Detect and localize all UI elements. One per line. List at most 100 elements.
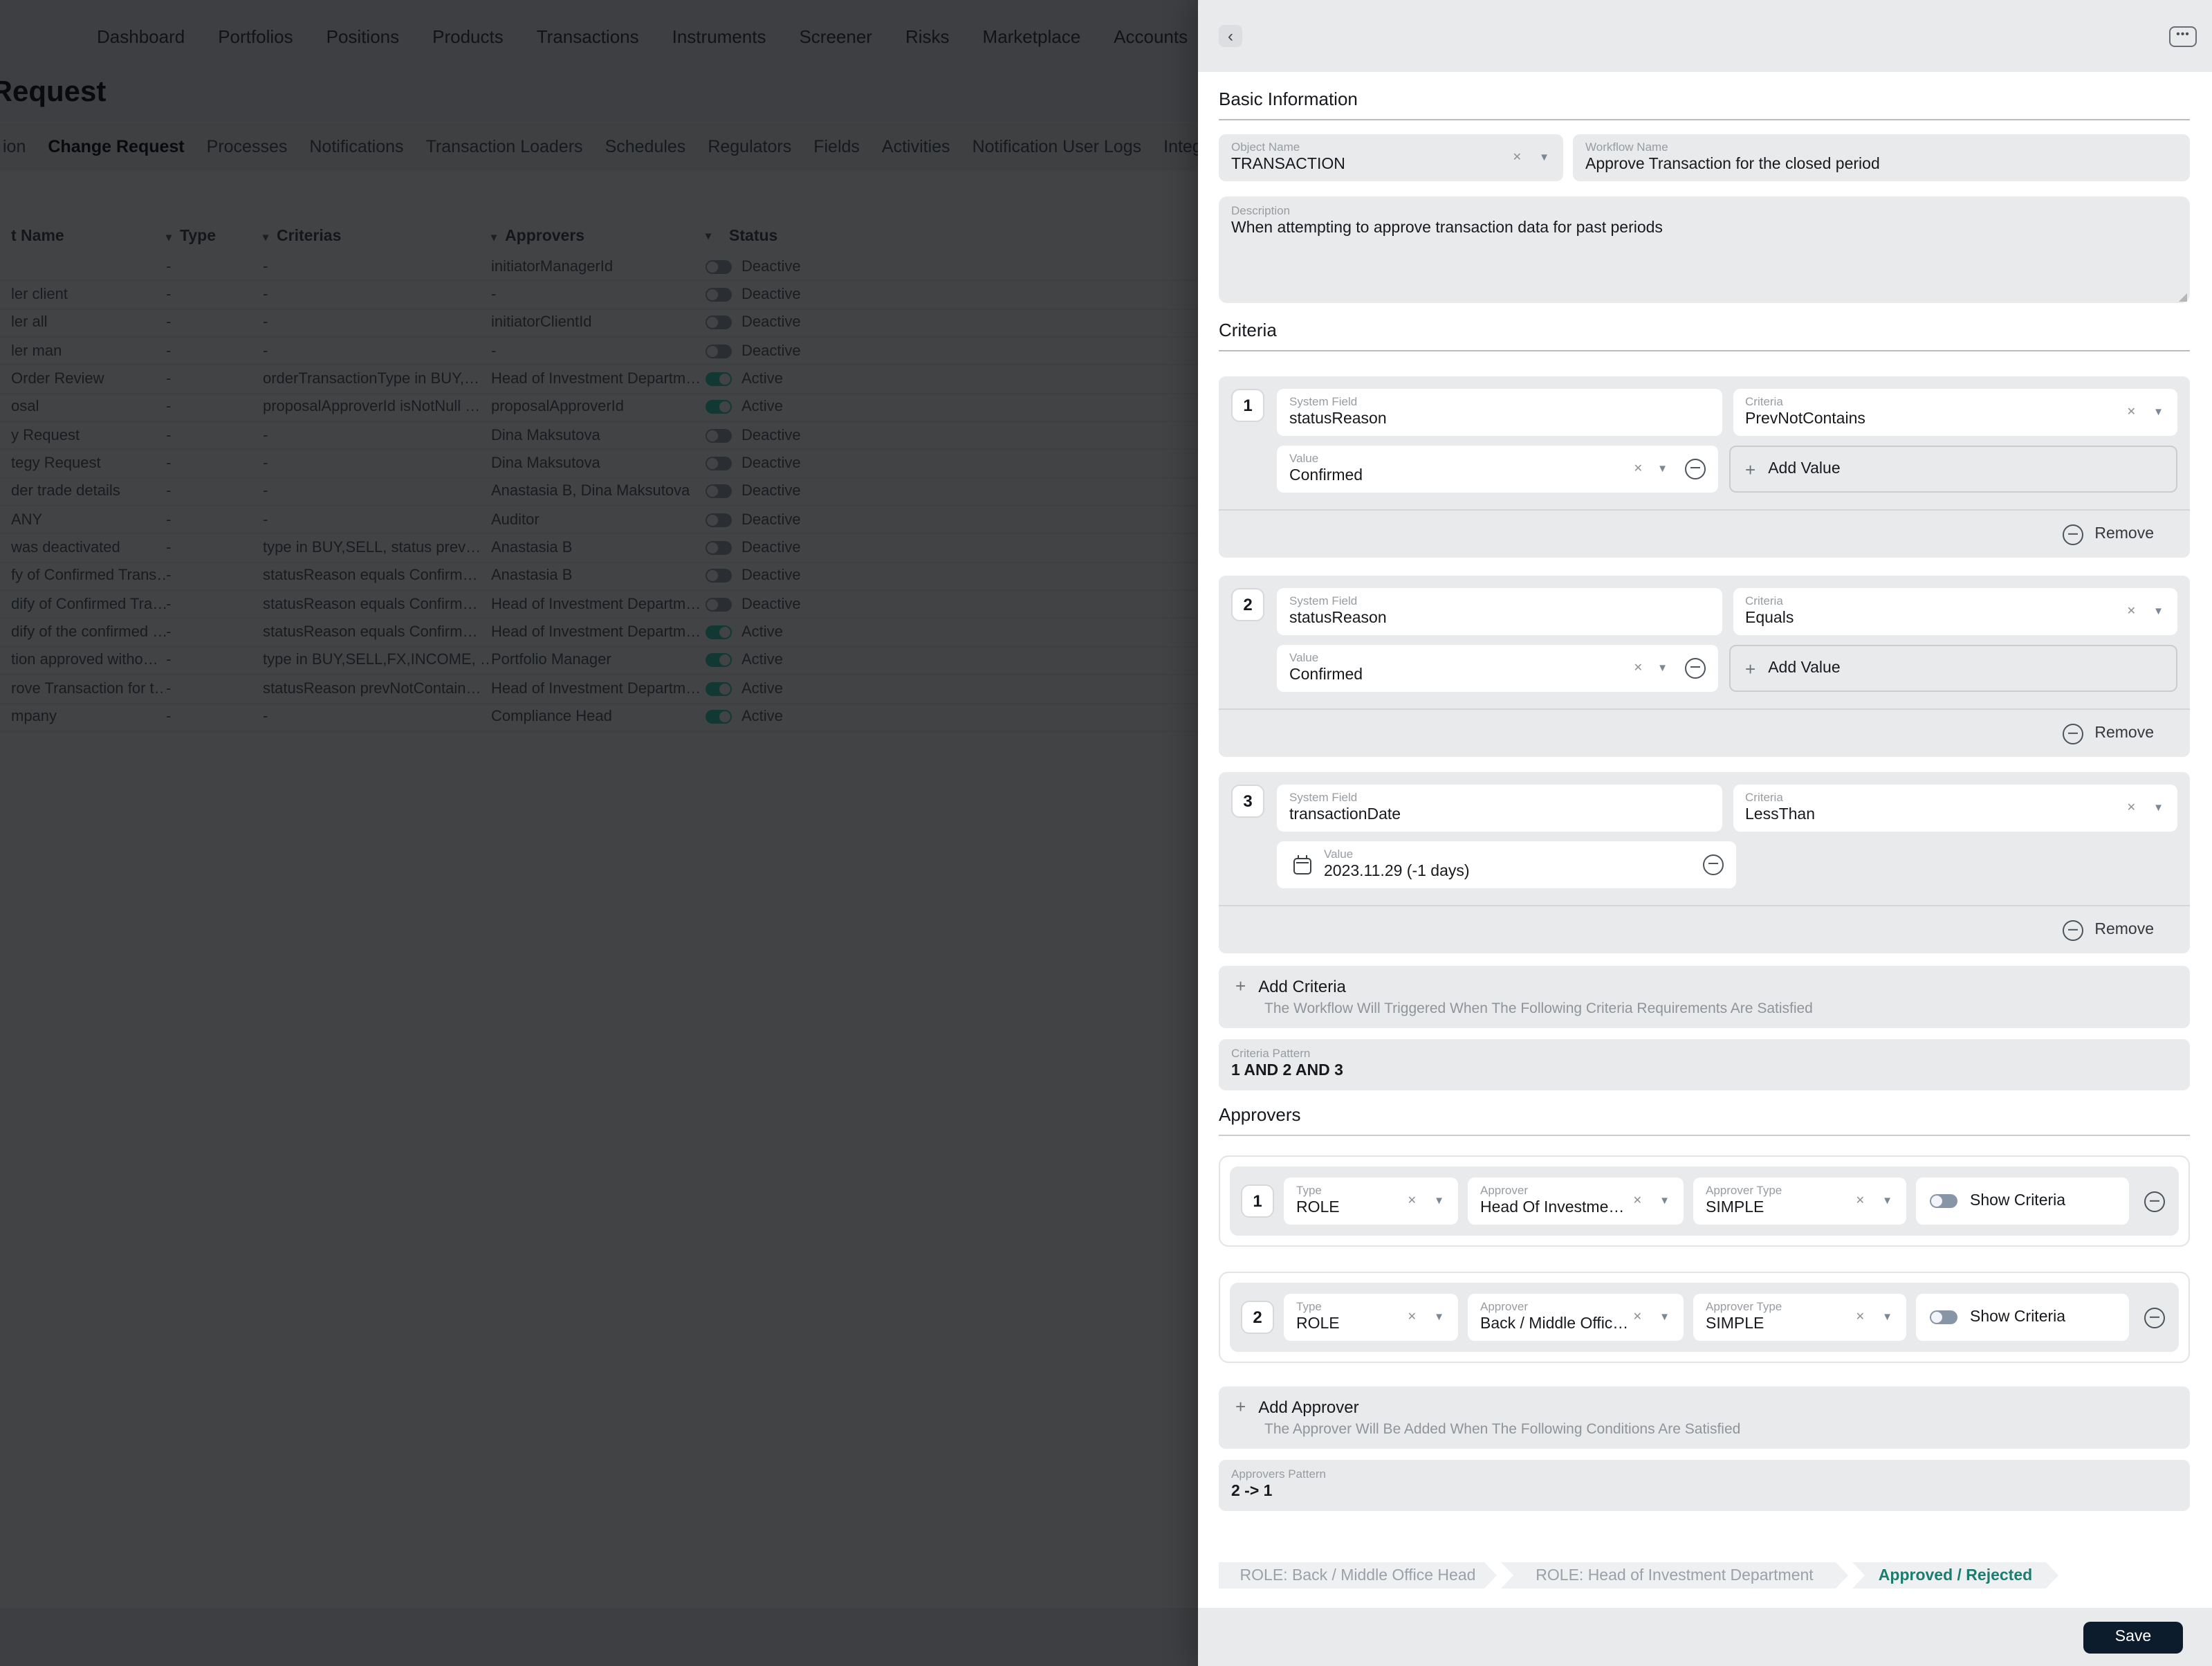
clear-icon[interactable]: ✕ xyxy=(1408,1312,1417,1323)
clear-icon[interactable]: ✕ xyxy=(1856,1312,1865,1323)
approver-mode-select[interactable]: Approver Type SIMPLE ✕ ▼ xyxy=(1693,1178,1906,1225)
add-value-button[interactable]: + Add Value xyxy=(1729,446,2177,493)
clear-icon[interactable]: ✕ xyxy=(1633,1312,1642,1323)
approval-flow: ROLE: Back / Middle Office Head ROLE: He… xyxy=(1219,1562,2190,1589)
remove-criteria-button[interactable]: Remove xyxy=(1231,906,2177,953)
approver-card-2: 2 Type ROLE ✕ ▼ Approver Back / Middle O… xyxy=(1219,1272,2190,1363)
flow-step-1: ROLE: Back / Middle Office Head xyxy=(1219,1562,1497,1589)
criteria-select[interactable]: Criteria PrevNotContains ✕ ▼ xyxy=(1733,389,2177,436)
criteria-number-badge: 2 xyxy=(1231,588,1264,621)
save-button[interactable]: Save xyxy=(2083,1621,2183,1653)
clear-icon[interactable]: ✕ xyxy=(2127,606,2136,617)
chevron-down-icon[interactable]: ▼ xyxy=(1657,663,1668,674)
chevron-down-icon[interactable]: ▼ xyxy=(2153,803,2164,814)
remove-approver-icon[interactable] xyxy=(2144,1191,2165,1211)
show-criteria-toggle-box: Show Criteria xyxy=(1916,1178,2129,1225)
flow-step-2: ROLE: Head of Investment Department xyxy=(1501,1562,1848,1589)
approver-type-select[interactable]: Type ROLE ✕ ▼ xyxy=(1284,1294,1458,1341)
chevron-down-icon[interactable]: ▼ xyxy=(1882,1196,1892,1207)
chevron-down-icon[interactable]: ▼ xyxy=(1434,1312,1444,1323)
panel-header: ‹ ••• xyxy=(1198,0,2212,72)
criteria-select[interactable]: Criteria LessThan ✕ ▼ xyxy=(1733,785,2177,832)
system-field-input[interactable]: System Field statusReason xyxy=(1277,389,1722,436)
clear-icon[interactable]: ✕ xyxy=(1408,1196,1417,1207)
clear-icon[interactable]: ✕ xyxy=(1856,1196,1865,1207)
remove-value-icon[interactable] xyxy=(1703,854,1724,875)
approver-number-badge: 1 xyxy=(1241,1184,1274,1218)
flow-step-final: Approved / Rejected xyxy=(1852,1562,2058,1589)
remove-value-icon[interactable] xyxy=(1684,459,1705,479)
add-criteria-button[interactable]: +Add Criteria The Workflow Will Triggere… xyxy=(1219,966,2190,1028)
criteria-pattern-input[interactable]: Criteria Pattern 1 AND 2 AND 3 xyxy=(1219,1039,2190,1090)
minus-circle-icon xyxy=(2063,723,2083,744)
show-criteria-toggle[interactable] xyxy=(1930,1310,1957,1324)
workflow-edit-panel: ‹ ••• Basic Information Object Name TRAN… xyxy=(1198,0,2212,1666)
value-select[interactable]: Value Confirmed ✕ ▼ xyxy=(1277,446,1717,493)
approver-number-badge: 2 xyxy=(1241,1301,1274,1334)
criteria-select[interactable]: Criteria Equals ✕ ▼ xyxy=(1733,588,2177,635)
criteria-number-badge: 3 xyxy=(1231,785,1264,818)
add-approver-hint: The Approver Will Be Added When The Foll… xyxy=(1264,1421,2173,1438)
screenshot: Dashboard Portfolios Positions Products … xyxy=(0,0,2212,1666)
chevron-down-icon[interactable]: ▼ xyxy=(1539,152,1549,163)
criteria-card-1: 1 System Field statusReason Criteria Pre… xyxy=(1219,376,2190,558)
chevron-down-icon[interactable]: ▼ xyxy=(1659,1312,1670,1323)
chevron-down-icon[interactable]: ▼ xyxy=(2153,407,2164,418)
description-textarea[interactable]: Description When attempting to approve t… xyxy=(1219,196,2190,303)
clear-icon[interactable]: ✕ xyxy=(1633,1196,1642,1207)
chevron-down-icon[interactable]: ▼ xyxy=(1657,464,1668,475)
add-approver-button[interactable]: +Add Approver The Approver Will Be Added… xyxy=(1219,1386,2190,1449)
remove-value-icon[interactable] xyxy=(1684,658,1705,679)
modal-backdrop[interactable] xyxy=(0,0,1199,1666)
criteria-number-badge: 1 xyxy=(1231,389,1264,422)
approver-mode-select[interactable]: Approver Type SIMPLE ✕ ▼ xyxy=(1693,1294,1906,1341)
system-field-input[interactable]: System Field statusReason xyxy=(1277,588,1722,635)
criteria-card-2: 2 System Field statusReason Criteria Equ… xyxy=(1219,576,2190,757)
approver-select[interactable]: Approver Head Of Investme… ✕ ▼ xyxy=(1468,1178,1684,1225)
more-options-button[interactable]: ••• xyxy=(2169,26,2197,46)
back-button[interactable]: ‹ xyxy=(1219,25,1242,47)
clear-icon[interactable]: ✕ xyxy=(1513,152,1522,163)
divider xyxy=(1219,350,2190,351)
plus-icon: + xyxy=(1745,658,1755,679)
approver-card-1: 1 Type ROLE ✕ ▼ Approver Head Of Investm… xyxy=(1219,1155,2190,1247)
add-value-button[interactable]: + Add Value xyxy=(1729,645,2177,692)
show-criteria-toggle[interactable] xyxy=(1930,1194,1957,1208)
remove-criteria-button[interactable]: Remove xyxy=(1231,710,2177,757)
approver-type-select[interactable]: Type ROLE ✕ ▼ xyxy=(1284,1178,1458,1225)
plus-icon: + xyxy=(1235,1396,1246,1417)
approver-select[interactable]: Approver Back / Middle Offic… ✕ ▼ xyxy=(1468,1294,1684,1341)
chevron-down-icon[interactable]: ▼ xyxy=(1659,1196,1670,1207)
system-field-input[interactable]: System Field transactionDate xyxy=(1277,785,1722,832)
chevron-left-icon: ‹ xyxy=(1228,26,1233,46)
divider xyxy=(1219,1135,2190,1136)
date-value-picker[interactable]: Value 2023.11.29 (-1 days) xyxy=(1277,841,1736,888)
resize-handle-icon[interactable]: ◢ xyxy=(2179,291,2187,303)
clear-icon[interactable]: ✕ xyxy=(1634,663,1643,674)
calendar-icon xyxy=(1293,858,1311,875)
divider xyxy=(1219,119,2190,120)
chevron-down-icon[interactable]: ▼ xyxy=(2153,606,2164,617)
object-name-select[interactable]: Object Name TRANSACTION ✕ ▼ xyxy=(1219,134,1563,181)
clear-icon[interactable]: ✕ xyxy=(1634,464,1643,475)
clear-icon[interactable]: ✕ xyxy=(2127,407,2136,418)
minus-circle-icon xyxy=(2063,524,2083,544)
remove-criteria-button[interactable]: Remove xyxy=(1231,511,2177,558)
value-select[interactable]: Value Confirmed ✕ ▼ xyxy=(1277,645,1717,692)
approvers-pattern-input[interactable]: Approvers Pattern 2 -> 1 xyxy=(1219,1460,2190,1511)
criteria-card-3: 3 System Field transactionDate Criteria … xyxy=(1219,772,2190,953)
show-criteria-toggle-box: Show Criteria xyxy=(1916,1294,2129,1341)
plus-icon: + xyxy=(1745,459,1755,479)
plus-icon: + xyxy=(1235,976,1246,996)
clear-icon[interactable]: ✕ xyxy=(2127,803,2136,814)
chevron-down-icon[interactable]: ▼ xyxy=(1882,1312,1892,1323)
panel-footer: Save xyxy=(1198,1608,2212,1666)
chevron-down-icon[interactable]: ▼ xyxy=(1434,1196,1444,1207)
basic-information-heading: Basic Information xyxy=(1219,89,2190,109)
ellipsis-icon: ••• xyxy=(2176,28,2190,40)
remove-approver-icon[interactable] xyxy=(2144,1307,2165,1328)
add-criteria-hint: The Workflow Will Triggered When The Fol… xyxy=(1264,1000,2173,1017)
workflow-name-input[interactable]: Workflow Name Approve Transaction for th… xyxy=(1573,134,2190,181)
criteria-heading: Criteria xyxy=(1219,320,2190,340)
minus-circle-icon xyxy=(2063,919,2083,940)
